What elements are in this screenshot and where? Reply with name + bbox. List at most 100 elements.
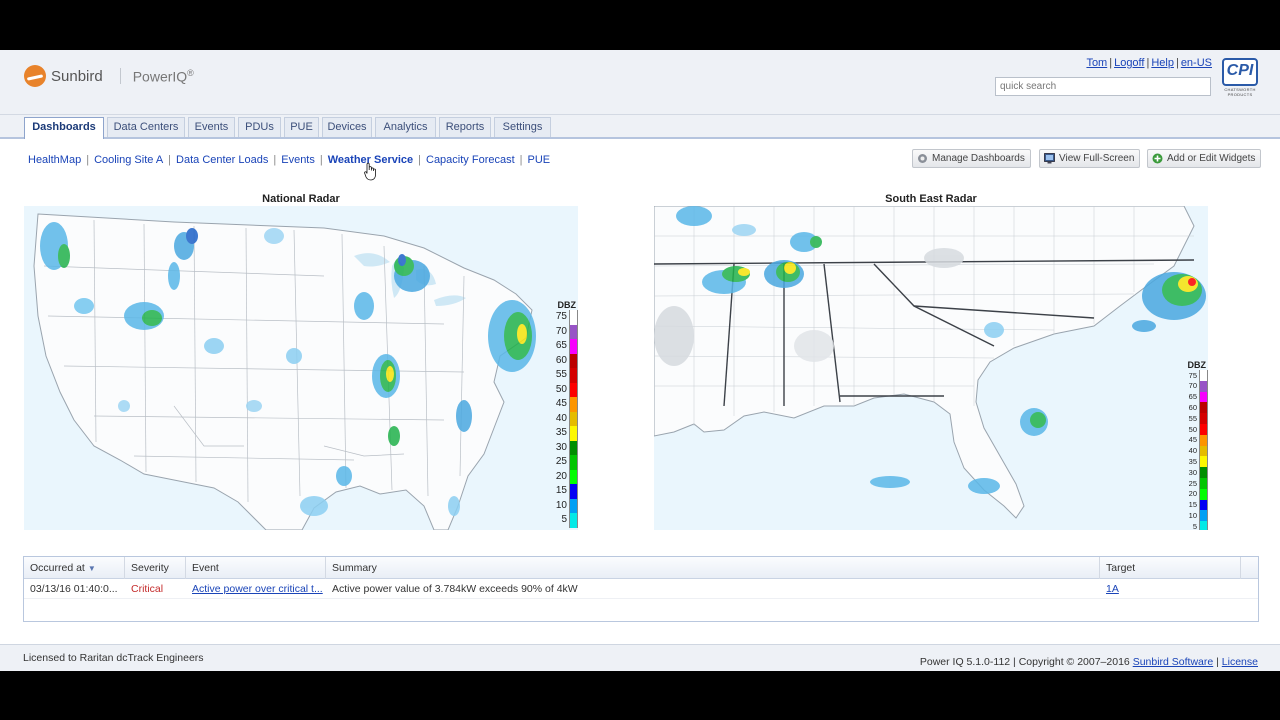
- legend-swatch: [569, 455, 578, 470]
- locale-link[interactable]: en-US: [1181, 57, 1212, 69]
- sunbird-logo-icon: [24, 65, 46, 87]
- events-table-header: Occurred at ▼ Severity Event Summary Targ…: [24, 557, 1258, 579]
- target-link[interactable]: 1A: [1106, 583, 1119, 595]
- column-summary[interactable]: Summary: [326, 557, 1100, 579]
- add-widget-icon: [1152, 153, 1163, 164]
- view-full-screen-button[interactable]: View Full-Screen: [1039, 149, 1141, 168]
- column-occurred-at[interactable]: Occurred at ▼: [24, 557, 125, 579]
- user-links: Tom | Logoff | Help | en-US: [1086, 57, 1212, 69]
- legend-swatch: [569, 513, 578, 528]
- events-table: Occurred at ▼ Severity Event Summary Targ…: [23, 556, 1259, 622]
- legend-level: 75: [550, 310, 578, 325]
- national-legend-scale: 75 70 65 60 55 50 45 40 35 30 25 20 15 10 5: [550, 310, 578, 528]
- legend-level: 50: [1180, 423, 1208, 435]
- legend-level: 60: [550, 353, 578, 368]
- legend-swatch: [569, 310, 578, 325]
- national-radar-title: National Radar: [262, 193, 340, 205]
- tab-dashboards[interactable]: Dashboards: [24, 117, 104, 139]
- manage-dashboards-button[interactable]: Manage Dashboards: [912, 149, 1031, 168]
- legend-level: 5: [550, 513, 578, 528]
- sunbird-logo[interactable]: Sunbird PowerIQ®: [24, 65, 194, 87]
- legend-level: 15: [550, 484, 578, 499]
- logoff-link[interactable]: Logoff: [1114, 57, 1144, 69]
- dashboard-link-data-center-loads[interactable]: Data Center Loads: [176, 154, 268, 166]
- gear-icon: [918, 154, 927, 163]
- legend-swatch: [569, 353, 578, 368]
- southeast-legend-scale: 75 70 65 60 55 50 45 40 35 30 25 20 15 10 5: [1180, 370, 1208, 530]
- legend-swatch: [569, 368, 578, 383]
- sunbird-software-link[interactable]: Sunbird Software: [1133, 656, 1214, 668]
- legend-level: 35: [550, 426, 578, 441]
- logo-divider: [119, 68, 121, 84]
- dashboard-link-cooling-site-a[interactable]: Cooling Site A: [94, 154, 163, 166]
- cell-summary: Active power value of 3.784kW exceeds 90…: [332, 583, 578, 595]
- legend-swatch: [569, 440, 578, 455]
- table-row[interactable]: 03/13/16 01:40:0... Critical Active powe…: [24, 579, 1258, 599]
- legend-swatch: [569, 339, 578, 354]
- national-radar-legend: DBZ 75 70 65 60 55 50 45 40 35 30 25 20 15 10 5: [550, 300, 578, 528]
- tab-pdus[interactable]: PDUs: [238, 117, 281, 137]
- legend-swatch: [1199, 477, 1208, 489]
- legend-level: 30: [550, 440, 578, 455]
- legend-swatch: [569, 426, 578, 441]
- legend-swatch: [569, 498, 578, 513]
- legend-level: 25: [550, 455, 578, 470]
- legend-swatch: [1199, 402, 1208, 414]
- tab-reports[interactable]: Reports: [439, 117, 491, 137]
- legend-swatch: [1199, 445, 1208, 457]
- legend-swatch: [569, 324, 578, 339]
- dashboard-link-pue[interactable]: PUE: [528, 154, 551, 166]
- quick-search-input[interactable]: [995, 77, 1211, 96]
- legend-level: 55: [550, 368, 578, 383]
- legend-level: 30: [1180, 467, 1208, 478]
- legend-swatch: [1199, 488, 1208, 500]
- legend-swatch: [1199, 521, 1208, 530]
- tab-analytics[interactable]: Analytics: [375, 117, 436, 137]
- cell-occurred-at: 03/13/16 01:40:0...: [30, 583, 118, 595]
- tab-settings[interactable]: Settings: [494, 117, 551, 137]
- tab-data-centers[interactable]: Data Centers: [107, 117, 185, 137]
- event-link[interactable]: Active power over critical t...: [192, 583, 323, 595]
- legend-level: 70: [550, 324, 578, 339]
- tab-devices[interactable]: Devices: [322, 117, 372, 137]
- main-nav-tabs: Dashboards Data Centers Events PDUs PUE …: [0, 115, 1280, 139]
- column-severity[interactable]: Severity: [125, 557, 186, 579]
- national-radar-map: DBZ 75 70 65 60 55 50 45 40 35 30 25 20 15 10 5: [24, 206, 578, 530]
- legend-level: 55: [1180, 413, 1208, 424]
- mouse-pointer-icon: [364, 162, 376, 181]
- legend-level: 15: [1180, 499, 1208, 511]
- legend-level: 65: [550, 339, 578, 354]
- southeast-radar-legend: DBZ 75 70 65 60 55 50 45 40 35 30 25 20 15 10 5: [1180, 360, 1208, 530]
- legend-swatch: [1199, 413, 1208, 424]
- chatsworth-logo: CPI CHATSWORTH PRODUCTS: [1220, 58, 1260, 104]
- user-link-tom[interactable]: Tom: [1086, 57, 1107, 69]
- column-event[interactable]: Event: [186, 557, 326, 579]
- license-link[interactable]: License: [1222, 656, 1258, 668]
- license-text: Licensed to Raritan dcTrack Engineers: [23, 652, 204, 664]
- help-link[interactable]: Help: [1151, 57, 1174, 69]
- cell-event: Active power over critical t...: [186, 579, 326, 599]
- legend-level: 5: [1180, 521, 1208, 530]
- legend-swatch: [1199, 370, 1208, 381]
- tab-events[interactable]: Events: [188, 117, 235, 137]
- dashboard-links: HealthMap | Cooling Site A | Data Center Loa…: [28, 154, 551, 166]
- legend-level: 40: [550, 411, 578, 426]
- legend-level: 20: [1180, 488, 1208, 500]
- dashboard-link-healthmap[interactable]: HealthMap: [28, 154, 81, 166]
- dashboard-link-capacity-forecast[interactable]: Capacity Forecast: [426, 154, 515, 166]
- dashboard-link-events[interactable]: Events: [281, 154, 315, 166]
- legend-swatch: [1199, 510, 1208, 522]
- app-header: Sunbird PowerIQ® Tom|Logoff|Help|en-US C…: [0, 50, 1280, 115]
- tab-pue[interactable]: PUE: [284, 117, 319, 137]
- legend-level: 60: [1180, 402, 1208, 414]
- legend-level: 70: [1180, 380, 1208, 392]
- copyright-text: Power IQ 5.1.0-112 | Copyright © 2007–20…: [919, 656, 1258, 668]
- column-target[interactable]: Target: [1100, 557, 1241, 579]
- add-edit-widgets-button[interactable]: Add or Edit Widgets: [1147, 149, 1262, 168]
- sort-desc-icon: ▼: [87, 564, 96, 573]
- southeast-radar-title: South East Radar: [885, 193, 977, 205]
- legend-level: 75: [1180, 370, 1208, 381]
- legend-level: 45: [550, 397, 578, 412]
- legend-swatch: [1199, 434, 1208, 446]
- legend-level: 50: [550, 382, 578, 397]
